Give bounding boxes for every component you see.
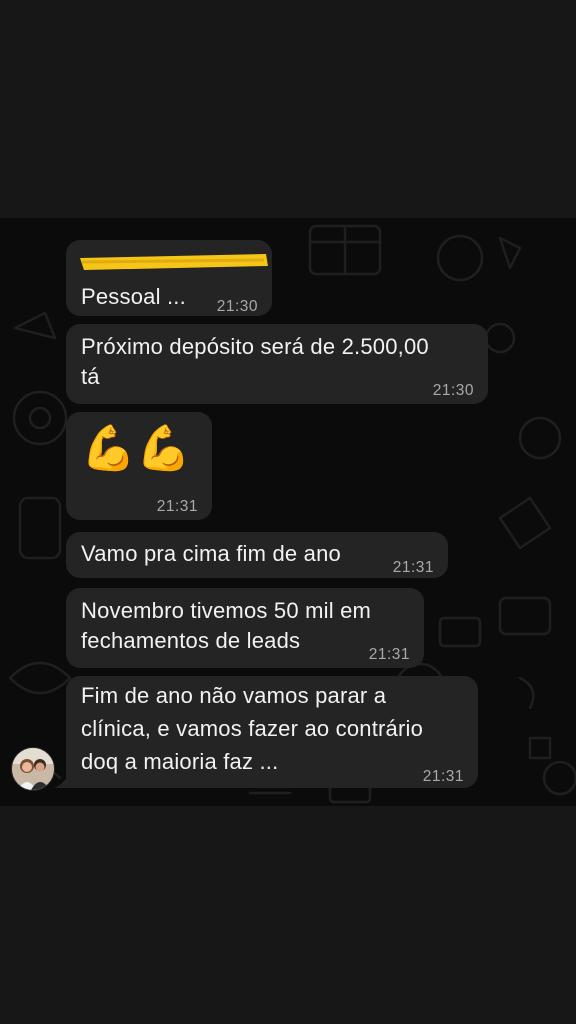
- message-bubble[interactable]: Novembro tivemos 50 mil em fechamentos d…: [66, 588, 424, 668]
- message-time: 21:31: [156, 498, 198, 515]
- message-bubble[interactable]: Fim de ano não vamos parar a clínica, e …: [66, 676, 478, 788]
- message-bubble[interactable]: 💪💪 21:31: [66, 412, 212, 520]
- message-time: 21:31: [368, 646, 410, 663]
- avatar[interactable]: [11, 747, 55, 791]
- message-bubble[interactable]: Próximo depósito será de 2.500,00 tá 21:…: [66, 324, 488, 404]
- message-bubble[interactable]: Pessoal ... 21:30: [66, 240, 272, 316]
- message-text-line: Fim de ano não vamos parar a: [81, 683, 387, 708]
- chat-area[interactable]: Pessoal ... 21:30 Próximo depósito será …: [0, 218, 576, 806]
- message-time: 21:31: [392, 559, 434, 576]
- message-text-line: tá: [81, 364, 100, 389]
- message-time: 21:30: [216, 298, 258, 315]
- message-time: 21:30: [432, 382, 474, 399]
- message-text-line: Próximo depósito será de 2.500,00: [81, 334, 429, 359]
- screen: Pessoal ... 21:30 Próximo depósito será …: [0, 0, 576, 1024]
- message-time: 21:31: [422, 768, 464, 785]
- message-text-line: fechamentos de leads: [81, 628, 301, 653]
- message-text: Vamo pra cima fim de ano: [81, 541, 341, 566]
- flexed-biceps-emoji: 💪💪: [81, 423, 191, 474]
- bubble-tail: [54, 772, 70, 788]
- sender-avatar-icon: [12, 748, 54, 790]
- message-text-line: Novembro tivemos 50 mil em: [81, 598, 372, 623]
- highlight-scribble: [80, 254, 268, 270]
- message-text-line: clínica, e vamos fazer ao contrário: [81, 716, 424, 741]
- message-bubble[interactable]: Vamo pra cima fim de ano 21:31: [66, 532, 448, 578]
- message-text: Pessoal ...: [81, 284, 186, 309]
- message-text-line: doq a maioria faz ...: [81, 749, 279, 774]
